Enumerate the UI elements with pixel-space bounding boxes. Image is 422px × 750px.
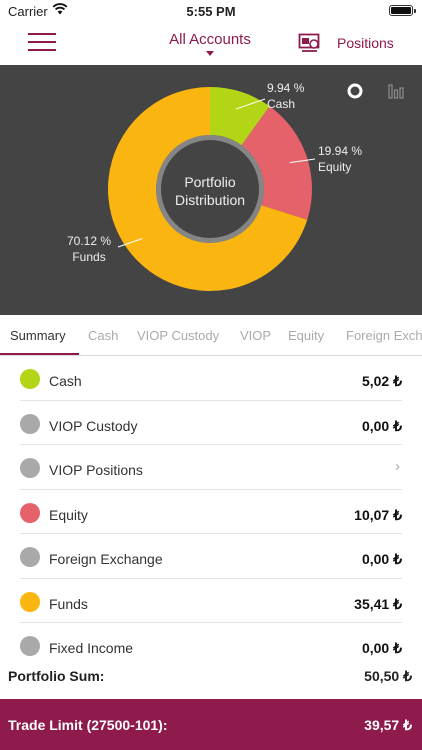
slice-name: Cash (267, 97, 296, 111)
account-selector[interactable]: All Accounts (140, 31, 280, 56)
item-value: 0,00 ₺ (361, 417, 402, 434)
caret-down-icon (206, 51, 214, 56)
item-value: 5,02 ₺ (361, 373, 402, 389)
tab-viop-custody[interactable]: VIOP Custody (137, 328, 219, 343)
list-item[interactable]: Foreign Exchange 0,00 ₺ (20, 534, 402, 579)
slice-percent: 19.94 % (318, 144, 363, 158)
slice-label-funds: 70.12 % Funds (67, 233, 111, 265)
color-dot (20, 547, 40, 567)
slice-label-equity: 19.94 % Equity (318, 143, 362, 175)
positions-label: Positions (337, 35, 394, 51)
trade-limit-bar[interactable]: Trade Limit (27500-101): 39,57 ₺ (0, 699, 422, 750)
tab-equity[interactable]: Equity (288, 328, 324, 343)
battery-icon (389, 5, 416, 16)
item-name: Foreign Exchange (49, 551, 163, 567)
navigation-bar: All Accounts Positions (0, 22, 422, 65)
slice-name: Equity (318, 160, 352, 174)
item-value: 0,00 ₺ (361, 551, 402, 567)
color-dot (20, 369, 40, 389)
tab-summary[interactable]: Summary (10, 328, 66, 343)
slice-label-cash: 9.94 % Cash (267, 80, 304, 112)
list-item[interactable]: VIOP Positions › (20, 445, 402, 490)
slice-percent: 70.12 % (67, 234, 112, 248)
category-tabs: Summary Cash VIOP Custody VIOP Equity Fo… (0, 316, 422, 356)
list-item[interactable]: Funds 35,41 ₺ (20, 579, 402, 623)
item-value: 35,41 ₺ (354, 595, 402, 612)
slice-percent: 9.94 % (267, 81, 305, 95)
portfolio-sum-value: 50,50 ₺ (364, 668, 412, 684)
hamburger-menu-icon[interactable] (28, 32, 56, 52)
status-bar: Carrier 5:55 PM (0, 0, 422, 22)
tab-foreign-exchange[interactable]: Foreign Exch (346, 328, 422, 343)
tab-viop[interactable]: VIOP (240, 328, 271, 343)
chevron-right-icon: › (395, 458, 400, 475)
item-name: VIOP Custody (49, 417, 138, 434)
app-screen: Carrier 5:55 PM All Accounts Positions P… (0, 0, 422, 750)
color-dot (20, 636, 40, 656)
monitor-chart-icon (298, 33, 322, 56)
color-dot (20, 458, 40, 478)
list-item[interactable]: Cash 5,02 ₺ (20, 356, 402, 401)
trade-limit-value: 39,57 ₺ (364, 717, 412, 733)
item-name: Cash (49, 373, 82, 389)
portfolio-sum-label: Portfolio Sum: (8, 668, 105, 684)
item-name: Fixed Income (49, 640, 134, 656)
item-value: 0,00 ₺ (361, 640, 402, 656)
list-item[interactable]: VIOP Custody 0,00 ₺ (20, 401, 402, 445)
portfolio-sum-bar: Portfolio Sum: 50,50 ₺ (0, 660, 422, 698)
color-dot (20, 413, 40, 434)
clock: 5:55 PM (186, 4, 236, 19)
item-value: 10,07 ₺ (354, 506, 402, 523)
account-selector-label: All Accounts (169, 31, 251, 48)
trade-limit-label: Trade Limit (27500-101): (8, 717, 168, 733)
list-item[interactable]: Equity 10,07 ₺ (20, 490, 402, 534)
item-name: VIOP Positions (49, 462, 143, 478)
slice-name: Funds (72, 250, 106, 264)
item-name: Funds (49, 595, 88, 612)
tab-cash[interactable]: Cash (88, 328, 118, 343)
chart-center-label: Portfolio Distribution (174, 174, 246, 208)
color-dot (20, 502, 40, 523)
item-name: Equity (49, 506, 88, 523)
asset-list: Cash 5,02 ₺ VIOP Custody 0,00 ₺ VIOP Pos… (20, 356, 402, 668)
portfolio-chart: Portfolio Distribution 9.94 % Cash 19.94… (0, 65, 422, 315)
color-dot (20, 591, 40, 612)
